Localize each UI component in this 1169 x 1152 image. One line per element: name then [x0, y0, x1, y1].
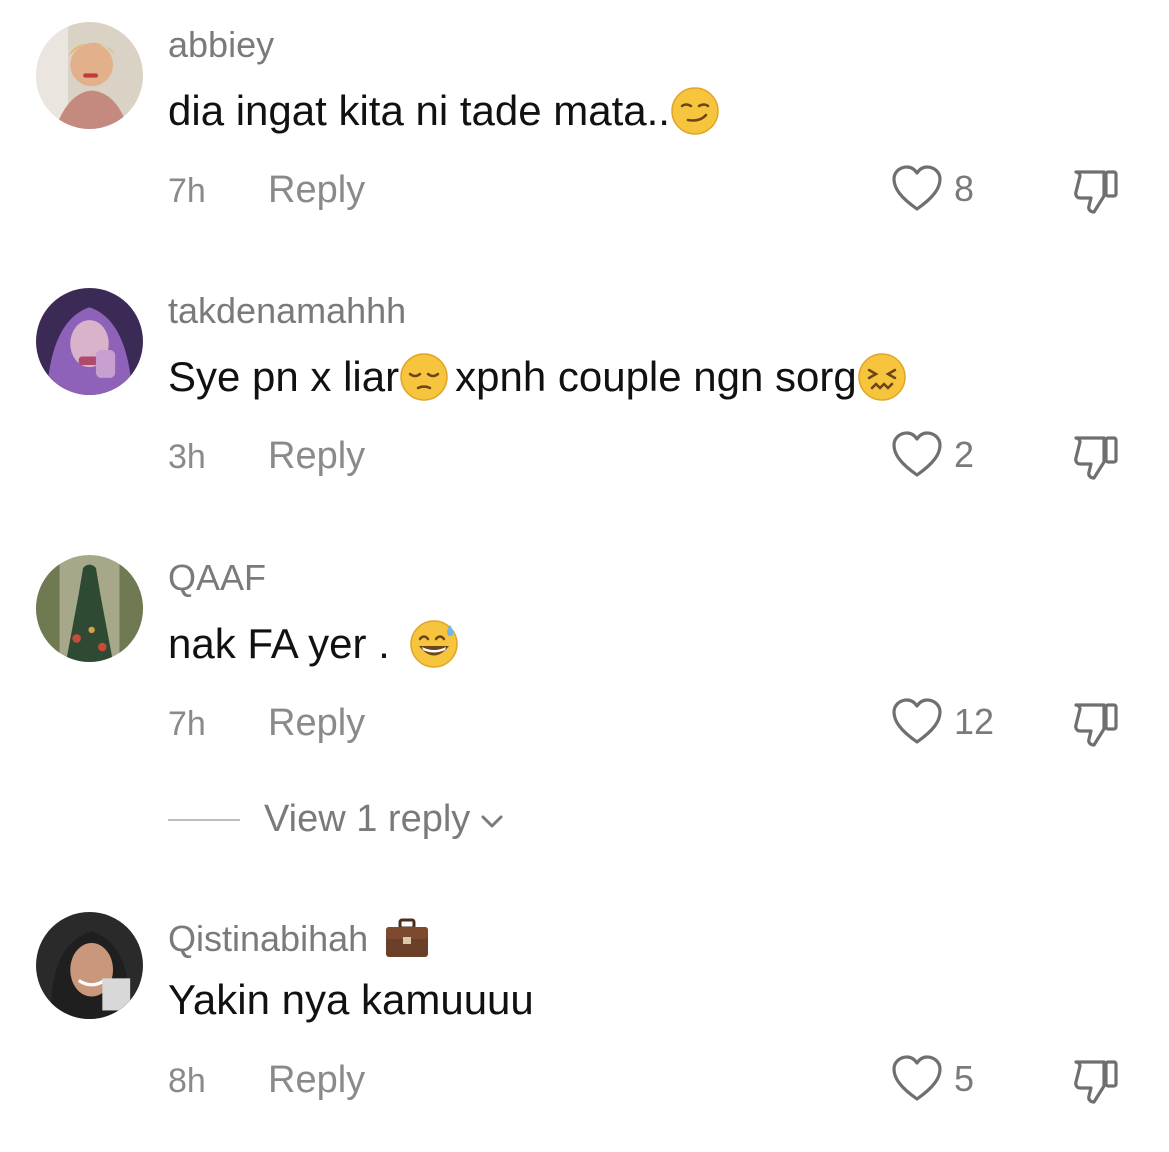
- dislike-button[interactable]: [1070, 1054, 1124, 1108]
- heart-icon: [892, 165, 942, 211]
- comment-item: Qistinabihah Yakin nya kamuuuu 8h Reply …: [0, 912, 1169, 1152]
- reply-button[interactable]: Reply: [268, 169, 365, 212]
- smirk-emoji-icon: [670, 86, 720, 136]
- grinning-sweat-emoji-icon: [409, 619, 459, 669]
- reply-button[interactable]: Reply: [268, 435, 365, 478]
- reply-button[interactable]: Reply: [268, 702, 365, 745]
- dislike-button[interactable]: [1070, 697, 1124, 751]
- comment-text-content: nak FA yer .: [168, 620, 402, 667]
- like-button[interactable]: 2: [890, 430, 974, 480]
- heart-icon: [892, 1055, 942, 1101]
- comment-item: abbiey dia ingat kita ni tade mata.. 7h …: [0, 22, 1169, 262]
- comment-username[interactable]: QAAF: [168, 557, 266, 599]
- comment-username[interactable]: takdenamahhh: [168, 290, 406, 332]
- comment-text: Sye pn x liar xpnh couple ngn sorg: [168, 352, 907, 402]
- comment-text-content: dia ingat kita ni tade mata..: [168, 87, 670, 134]
- like-button[interactable]: 8: [890, 164, 974, 214]
- like-count: 12: [954, 701, 995, 742]
- thumbs-down-icon: [1074, 170, 1118, 214]
- thumbs-down-icon: [1074, 1060, 1118, 1104]
- divider: [168, 818, 240, 821]
- chevron-down-icon: [481, 815, 503, 827]
- avatar[interactable]: [36, 288, 143, 395]
- heart-icon: [892, 431, 942, 477]
- like-count: 5: [954, 1058, 975, 1099]
- briefcase-icon: [382, 914, 432, 964]
- comment-text: Yakin nya kamuuuu: [168, 976, 534, 1023]
- comment-time: 3h: [168, 438, 206, 476]
- comment-text: nak FA yer .: [168, 619, 459, 669]
- view-replies-label: View 1 reply: [264, 798, 471, 840]
- comment-username[interactable]: Qistinabihah: [168, 914, 432, 964]
- dislike-button[interactable]: [1070, 430, 1124, 484]
- avatar[interactable]: [36, 22, 143, 129]
- like-count: 8: [954, 168, 975, 209]
- dislike-button[interactable]: [1070, 164, 1124, 218]
- comment-text-part: xpnh couple ngn sorg: [455, 353, 857, 400]
- comment-time: 8h: [168, 1062, 206, 1100]
- confounded-emoji-icon: [857, 352, 907, 402]
- thumbs-down-icon: [1074, 436, 1118, 480]
- comment-time: 7h: [168, 172, 206, 210]
- view-replies-button[interactable]: View 1 reply: [168, 798, 506, 841]
- avatar[interactable]: [36, 912, 143, 1019]
- like-button[interactable]: 5: [890, 1054, 974, 1104]
- comment-username[interactable]: abbiey: [168, 24, 274, 66]
- comment-time: 7h: [168, 705, 206, 743]
- comment-text: dia ingat kita ni tade mata..: [168, 86, 720, 136]
- heart-icon: [892, 698, 942, 744]
- comment-item: takdenamahhh Sye pn x liar xpnh couple n…: [0, 288, 1169, 528]
- reply-button[interactable]: Reply: [268, 1059, 365, 1102]
- like-count: 2: [954, 434, 975, 475]
- comment-text-part: Sye pn x liar: [168, 353, 400, 400]
- avatar[interactable]: [36, 555, 143, 662]
- like-button[interactable]: 12: [890, 697, 994, 747]
- comment-item: QAAF nak FA yer . 7h Reply 12: [0, 555, 1169, 795]
- pensive-emoji-icon: [399, 352, 449, 402]
- comment-username-text: Qistinabihah: [168, 918, 369, 959]
- thumbs-down-icon: [1074, 703, 1118, 747]
